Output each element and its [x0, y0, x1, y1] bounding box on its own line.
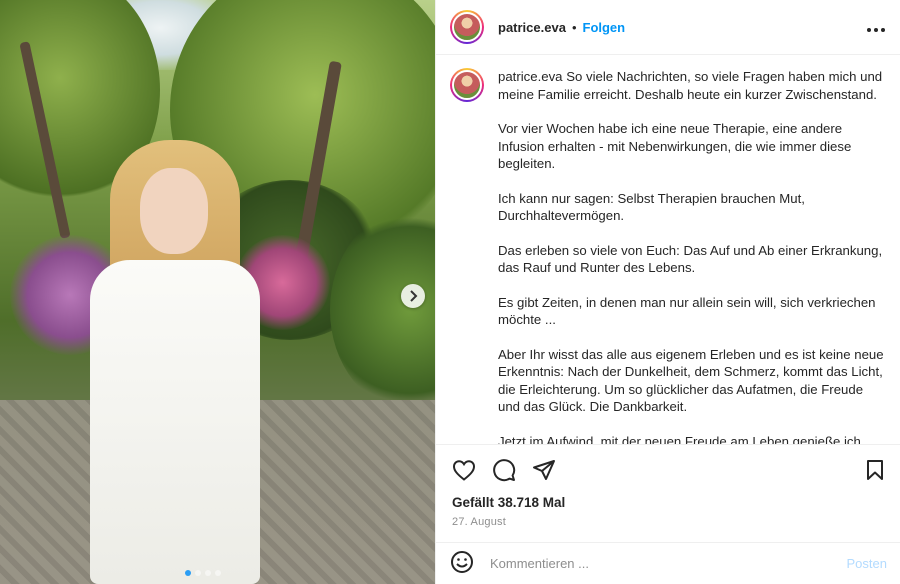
post-header: patrice.eva • Folgen — [436, 0, 900, 55]
post-date[interactable]: 27. August — [452, 516, 885, 528]
emoji-button[interactable] — [450, 550, 474, 577]
caption-paragraph: Jetzt im Aufwind, mit der neuen Freude a… — [498, 433, 861, 445]
caption-paragraph: Das erleben so viele von Euch: Das Auf u… — [498, 242, 883, 276]
white-dress — [90, 260, 260, 584]
heart-icon — [452, 460, 476, 481]
carousel-indicator — [185, 570, 221, 576]
carousel-dot — [215, 570, 221, 576]
emoji-icon — [451, 551, 473, 573]
share-button[interactable] — [532, 459, 556, 481]
face — [140, 168, 208, 254]
action-bar: Gefällt 38.718 Mal 27. August — [436, 444, 900, 528]
caption-username[interactable]: patrice.eva — [498, 69, 563, 84]
caption-paragraph: Ich kann nur sagen: Selbst Therapien bra… — [498, 190, 805, 224]
comment-icon — [493, 459, 516, 482]
comment-button[interactable] — [492, 458, 516, 482]
action-icons — [452, 457, 885, 483]
separator-dot: • — [571, 19, 577, 35]
caption-text: patrice.eva So viele Nachrichten, so vie… — [498, 68, 884, 444]
person-figure — [90, 140, 260, 584]
caption-paragraph: Aber Ihr wisst das alle aus eigenem Erle… — [498, 346, 884, 415]
comment-input[interactable]: Kommentieren ... — [490, 556, 847, 571]
more-horizontal-icon — [867, 27, 885, 32]
more-options-button[interactable] — [866, 17, 886, 38]
bookmark-icon — [867, 460, 883, 480]
username-link[interactable]: patrice.eva — [498, 20, 566, 35]
carousel-next-button[interactable] — [401, 284, 425, 308]
likes-count[interactable]: Gefällt 38.718 Mal — [452, 495, 885, 510]
caption-paragraph: Vor vier Wochen habe ich eine neue Thera… — [498, 121, 852, 171]
caption-scroll-area[interactable]: patrice.eva So viele Nachrichten, so vie… — [436, 56, 900, 444]
caption-paragraph: patrice.eva So viele Nachrichten, so vie… — [498, 68, 884, 103]
avatar[interactable] — [450, 10, 484, 44]
post-image[interactable] — [0, 0, 435, 584]
post-comment-button[interactable]: Posten — [847, 556, 887, 571]
carousel-dot — [205, 570, 211, 576]
comment-bar: Kommentieren ... Posten — [436, 542, 900, 584]
chevron-right-icon — [410, 290, 418, 302]
follow-button[interactable]: Folgen — [583, 20, 626, 35]
caption-row: patrice.eva So viele Nachrichten, so vie… — [450, 68, 887, 444]
carousel-dot — [195, 570, 201, 576]
save-button[interactable] — [865, 459, 885, 481]
carousel-dot — [185, 570, 191, 576]
share-icon — [533, 460, 555, 480]
avatar[interactable] — [450, 68, 484, 102]
caption-paragraph: Es gibt Zeiten, in denen man nur allein … — [498, 294, 876, 328]
post-details-panel: patrice.eva • Folgen patrice.eva So viel… — [435, 0, 900, 584]
like-button[interactable] — [452, 459, 476, 481]
